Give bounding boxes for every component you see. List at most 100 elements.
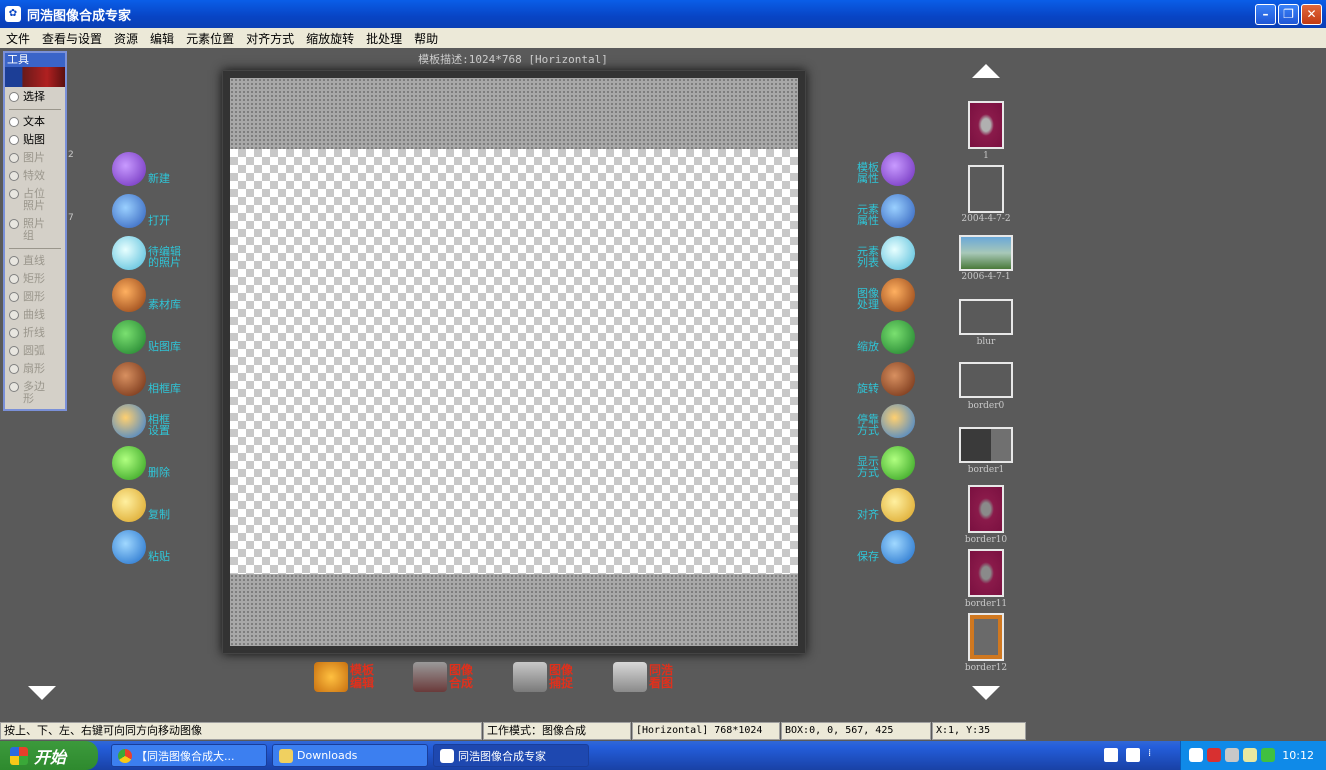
palette-icon: ✿ [5,6,21,22]
nav-image-composite[interactable]: 图像 合成 [413,661,473,693]
tool-curve[interactable]: 曲线 [9,309,61,321]
thumbnail[interactable] [968,549,1004,597]
creature-icon [881,320,915,354]
building-icon [613,662,647,692]
thumbnail[interactable] [959,235,1013,271]
tool-photo-group[interactable]: 照片组 [9,218,61,242]
action-template-properties[interactable]: 模板 属性 [855,150,915,186]
nav-tonghao-viewer[interactable]: 同浩 看图 [613,661,673,693]
action-copy[interactable]: 复制 [112,486,172,522]
action-sticker-library[interactable]: 贴图库 [112,318,183,354]
tool-sector[interactable]: 扇形 [9,363,61,375]
menu-view-settings[interactable]: 查看与设置 [36,30,108,47]
thumbnail[interactable] [968,165,1004,213]
action-frame-library[interactable]: 相框库 [112,360,183,396]
action-display-mode[interactable]: 显示 方式 [855,444,915,480]
keyboard-icon[interactable] [1104,748,1118,762]
thumbnail[interactable] [959,299,1013,335]
volume-icon[interactable] [1243,748,1257,762]
tool-effect[interactable]: 特效 [9,170,61,182]
nav-image-capture[interactable]: 图像 捕捉 [513,661,573,693]
action-save[interactable]: 保存 [855,528,915,564]
menu-edit[interactable]: 编辑 [144,30,180,47]
thumbnail[interactable] [968,101,1004,149]
tool-rectangle[interactable]: 矩形 [9,273,61,285]
taskbar-task-app[interactable]: 同浩图像合成专家 [433,744,589,767]
menu-batch[interactable]: 批处理 [360,30,408,47]
window-title: 同浩图像合成专家 [27,8,132,24]
shield-icon[interactable] [1207,748,1221,762]
scroll-up-arrow-icon[interactable] [972,64,1002,84]
menu-resources[interactable]: 资源 [108,30,144,47]
tool-select[interactable]: 选择 [9,91,61,103]
action-paste[interactable]: 粘贴 [112,528,172,564]
thumbnail-label: border0 [967,401,1005,411]
action-dock-mode[interactable]: 停靠 方式 [855,402,915,438]
tool-placeholder-photo[interactable]: 占位照片 [9,188,61,212]
action-delete[interactable]: 删除 [112,444,172,480]
help-icon[interactable] [1126,748,1140,762]
action-scale[interactable]: 缩放 [855,318,915,354]
creature-icon [881,152,915,186]
chrome-icon [118,748,132,763]
tool-circle[interactable]: 圆形 [9,291,61,303]
action-element-properties[interactable]: 元素 属性 [855,192,915,228]
action-element-list[interactable]: 元素 列表 [855,234,915,270]
menu-bar: 文件 查看与设置 资源 编辑 元素位置 对齐方式 缩放旋转 批处理 帮助 [0,28,1326,48]
menu-element-position[interactable]: 元素位置 [180,30,240,47]
action-pending-photos[interactable]: 待编辑 的照片 [112,234,183,270]
creature-icon [112,488,146,522]
image-area[interactable] [230,149,798,574]
start-button[interactable]: 开始 [0,741,98,770]
thumbnail[interactable] [959,362,1013,398]
creature-icon [112,152,146,186]
creature-icon [112,194,146,228]
action-new[interactable]: 新建 [112,150,172,186]
thumbnail[interactable] [968,485,1004,533]
display-icon[interactable] [1225,748,1239,762]
creature-icon [881,194,915,228]
scroll-down-arrow-icon[interactable] [972,686,1002,706]
tool-panel-banner [5,67,65,87]
thumbnail-label: border11 [964,599,1008,609]
tool-line[interactable]: 直线 [9,255,61,267]
tool-image[interactable]: 图片 [9,152,61,164]
action-open[interactable]: 打开 [112,192,172,228]
network-icon[interactable] [1189,748,1203,762]
action-frame-settings[interactable]: 相框 设置 [112,402,172,438]
building-icon [314,662,348,692]
tool-arc[interactable]: 圆弧 [9,345,61,357]
maximize-button[interactable]: ❐ [1278,4,1299,25]
scroll-down-arrow-icon[interactable] [28,686,58,706]
thumbnail[interactable] [968,613,1004,661]
status-coords: X:1, Y:35 [932,722,1026,740]
creature-icon [112,320,146,354]
action-align[interactable]: 对齐 [855,486,915,522]
taskbar: 开始 【同浩图像合成大... Downloads 同浩图像合成专家 ⁞ 10:1… [0,741,1326,770]
creature-icon [881,530,915,564]
tray-menu-icon[interactable]: ⁞ [1148,748,1162,762]
thumbnail[interactable] [959,427,1013,463]
tool-sticker[interactable]: 贴图 [9,134,61,146]
minimize-button[interactable]: – [1255,4,1276,25]
nav-template-edit[interactable]: 模板 编辑 [314,661,374,693]
clock: 10:12 [1282,749,1314,762]
close-button[interactable]: ✕ [1301,4,1322,25]
menu-alignment[interactable]: 对齐方式 [240,30,300,47]
action-image-processing[interactable]: 图像 处理 [855,276,915,312]
title-bar: ✿ 同浩图像合成专家 – ❐ ✕ [0,0,1326,28]
tool-text[interactable]: 文本 [9,116,61,128]
tool-polyline[interactable]: 折线 [9,327,61,339]
taskbar-task-downloads[interactable]: Downloads [272,744,428,767]
status-mode: 工作模式：图像合成 [483,722,631,740]
action-rotate[interactable]: 旋转 [855,360,915,396]
tool-polygon[interactable]: 多边形 [9,381,61,405]
menu-scale-rotate[interactable]: 缩放旋转 [300,30,360,47]
taskbar-task-browser[interactable]: 【同浩图像合成大... [111,744,267,767]
action-material-library[interactable]: 素材库 [112,276,183,312]
menu-file[interactable]: 文件 [0,30,36,47]
menu-help[interactable]: 帮助 [408,30,444,47]
security-icon[interactable] [1261,748,1275,762]
creature-icon [112,236,146,270]
creature-icon [881,278,915,312]
